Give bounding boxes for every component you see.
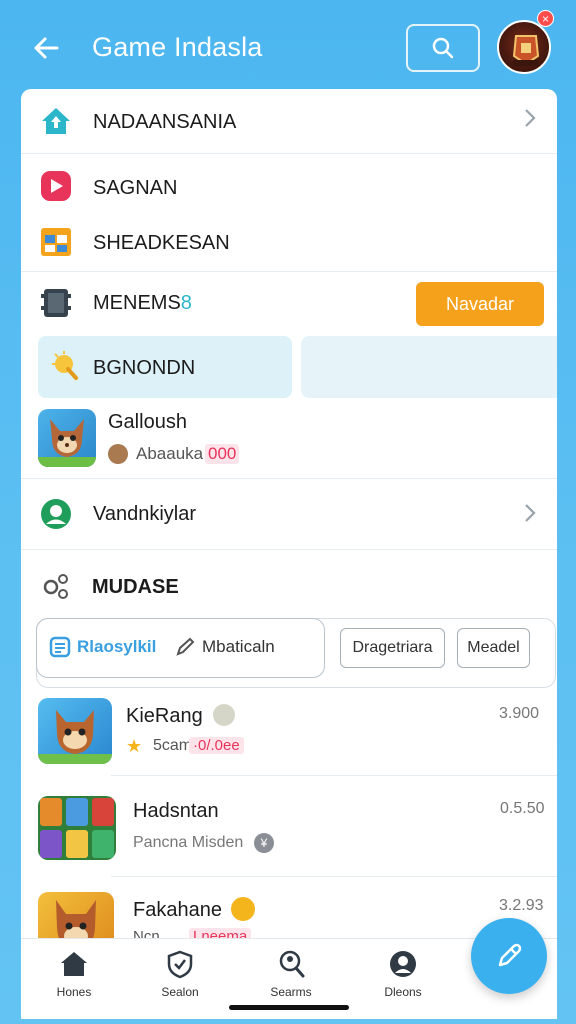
person-icon xyxy=(390,951,416,977)
menu-item-3[interactable]: SHEADKESAN xyxy=(21,216,557,270)
nav-home[interactable]: Hones xyxy=(34,949,114,1009)
filter-pill-1-label: Rlaosylkil xyxy=(77,637,157,656)
highlight-panel xyxy=(301,336,557,398)
list-item-1-sub: 5cam xyxy=(153,737,193,754)
film-icon xyxy=(39,286,73,320)
list-item-2-title: Hadsntan xyxy=(133,800,219,822)
menu-item-1[interactable]: NADAANSANIA xyxy=(21,89,557,153)
menu-item-2-label: SAGNAN xyxy=(93,177,178,199)
nav-searms[interactable]: Searms xyxy=(251,949,331,1009)
filter-pill-1[interactable]: Rlaosylkil xyxy=(49,636,156,658)
pencil-icon xyxy=(176,637,195,656)
fox-character-icon xyxy=(38,710,112,764)
game-thumbnail[interactable] xyxy=(38,409,96,467)
pill-group: Rlaosylkil Mbaticaln xyxy=(36,618,325,678)
menu-item-4-suffix: 8 xyxy=(180,292,192,314)
list-item-1-tag: ·0/.0ee xyxy=(189,737,244,754)
info-icon[interactable]: ¥ xyxy=(254,833,274,853)
nav-home-label: Hones xyxy=(56,985,92,999)
lightbulb-icon xyxy=(49,350,83,384)
game-grid-icon xyxy=(40,798,114,858)
house-icon xyxy=(39,104,73,138)
divider xyxy=(21,153,557,154)
list-icon xyxy=(49,636,71,658)
divider xyxy=(21,549,557,550)
menu-item-1-label: NADAANSANIA xyxy=(93,111,237,133)
nav-sealon[interactable]: Sealon xyxy=(140,949,220,1009)
menu-item-7[interactable]: Vandnkiylar xyxy=(21,479,557,549)
home-icon xyxy=(61,952,87,976)
filter-button-2[interactable]: Meadel xyxy=(457,628,530,668)
nav-dleons-label: Dleons xyxy=(384,985,422,999)
pen-icon xyxy=(498,943,522,967)
game-subtitle: Abaauka xyxy=(136,444,204,463)
list-item-thumbnail[interactable] xyxy=(38,698,112,764)
filter-pill-2-label: Mbaticaln xyxy=(202,637,275,656)
face-icon xyxy=(213,704,235,726)
filter-pill-2[interactable]: Mbaticaln xyxy=(174,636,275,658)
chevron-right-icon xyxy=(523,107,537,135)
nav-searms-label: Searms xyxy=(270,985,312,999)
app-title: Game Indasla xyxy=(92,32,263,62)
main-card: NADAANSANIA SAGNAN SHEADKESAN MENEMS8 Na… xyxy=(21,89,557,1019)
filter-button-1[interactable]: Dragetriara xyxy=(340,628,445,668)
notification-badge: × xyxy=(537,10,554,27)
list-item-3-price: 3.2.93 xyxy=(499,897,544,914)
navadar-button[interactable]: Navadar xyxy=(416,282,544,326)
user-circle-icon xyxy=(39,497,73,531)
search-person-icon xyxy=(279,950,305,978)
menu-item-3-label: SHEADKESAN xyxy=(93,232,230,254)
gears-icon xyxy=(39,569,73,603)
top-bar: Game Indasla × xyxy=(0,0,576,90)
divider xyxy=(111,775,557,776)
list-item-3-title: Fakahane xyxy=(133,899,222,921)
menu-item-2[interactable]: SAGNAN xyxy=(21,155,557,215)
star-icon: ★ xyxy=(126,736,143,756)
arrow-left-icon xyxy=(34,37,59,59)
menu-item-5-label: BGNONDN xyxy=(93,357,196,379)
shield-icon xyxy=(167,950,193,979)
menu-item-7-label: Vandnkiylar xyxy=(93,503,197,525)
divider xyxy=(111,876,557,877)
compose-fab[interactable] xyxy=(471,918,547,994)
search-button[interactable] xyxy=(406,24,480,72)
nav-sealon-label: Sealon xyxy=(161,985,199,999)
game-badge: 000 xyxy=(205,444,240,464)
search-icon xyxy=(432,37,454,59)
calendar-icon xyxy=(39,225,73,259)
menu-item-4-text: MENEMS xyxy=(93,292,181,314)
nav-dleons[interactable]: Dleons xyxy=(363,949,443,1009)
avatar[interactable] xyxy=(497,20,551,74)
smiley-icon xyxy=(231,897,255,921)
back-button[interactable] xyxy=(26,28,66,68)
list-item-2-sub: Pancna Misden xyxy=(133,834,244,851)
chevron-right-icon xyxy=(523,502,537,530)
play-icon xyxy=(39,169,73,203)
fox-character-icon xyxy=(38,419,96,467)
list-item-2-price: 0.5.50 xyxy=(500,800,545,817)
user-avatar-icon xyxy=(108,444,128,464)
section-title: MUDASE xyxy=(92,576,179,598)
list-item-thumbnail[interactable] xyxy=(38,796,116,860)
game-emblem-icon xyxy=(512,35,540,66)
list-item-1-title: KieRang xyxy=(126,705,203,727)
list-item-1-price: 3.900 xyxy=(499,705,540,722)
menu-item-4-label: MENEMS8 xyxy=(93,292,192,315)
home-indicator xyxy=(229,1005,349,1010)
game-title: Galloush xyxy=(108,411,187,433)
